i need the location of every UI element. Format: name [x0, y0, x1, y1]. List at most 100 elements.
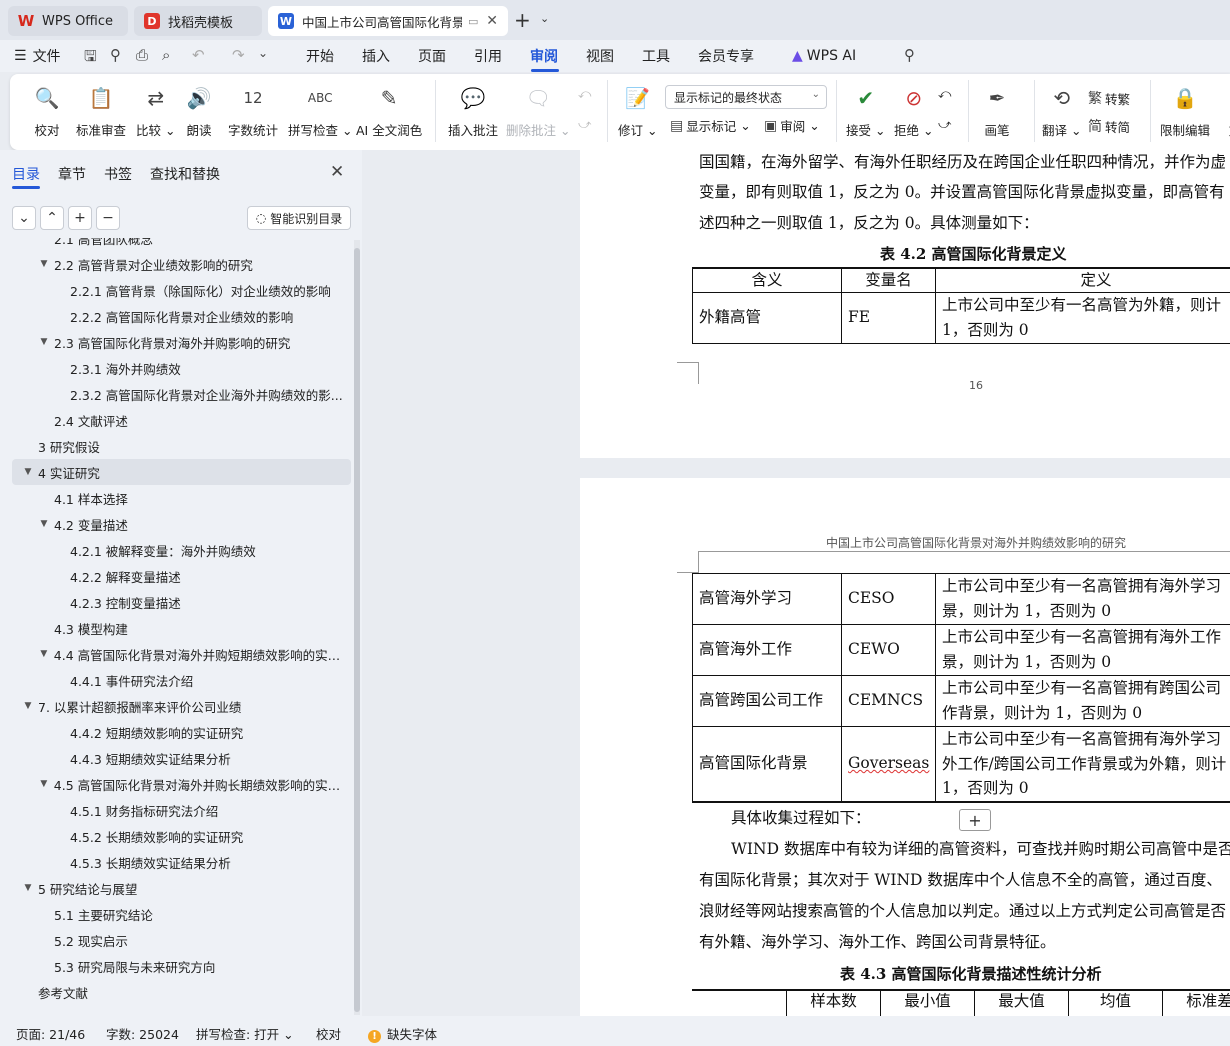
- translate-button[interactable]: ⟲ 翻译 ⌄: [1042, 80, 1081, 144]
- menu-home[interactable]: 开始: [306, 40, 334, 72]
- spell-check-status[interactable]: 拼写检查: 打开 ⌄: [196, 1024, 294, 1043]
- menu-member[interactable]: 会员专享: [698, 40, 754, 72]
- toc-item[interactable]: ▼ 2.3 高管国际化背景对海外并购影响的研究: [0, 329, 350, 355]
- toc-item[interactable]: 2.4 文献评述: [0, 407, 350, 433]
- markup-mode-select[interactable]: 显示标记的最终状态 ⌄: [665, 85, 827, 109]
- expand-triangle-icon[interactable]: ▼: [22, 467, 34, 477]
- expand-triangle-icon[interactable]: ▼: [22, 701, 34, 711]
- compare-button[interactable]: ⇄ 比较 ⌄: [136, 80, 175, 144]
- insert-comment-button[interactable]: 💬 插入批注: [448, 80, 498, 144]
- smart-toc-button[interactable]: ◌ 智能识别目录: [247, 206, 351, 230]
- tab-wps-office[interactable]: W WPS Office: [8, 6, 128, 36]
- undo-icon[interactable]: ↶: [192, 46, 205, 64]
- save-icon[interactable]: 🖫: [84, 46, 97, 71]
- to-traditional-button[interactable]: 繁 转繁: [1088, 88, 1130, 108]
- toc-item[interactable]: ▼ 4.4 高管国际化背景对海外并购短期绩效影响的实证 ...: [0, 641, 350, 667]
- toc-item[interactable]: 2.3.1 海外并购绩效: [0, 355, 350, 381]
- expand-triangle-icon[interactable]: ▼: [38, 519, 50, 529]
- file-menu[interactable]: ☰ 文件: [14, 40, 61, 72]
- pen-button[interactable]: ✒ 画笔: [984, 80, 1010, 144]
- tab-bookmarks[interactable]: 书签: [104, 164, 132, 184]
- toc-item[interactable]: 5.1 主要研究结论: [0, 901, 350, 927]
- menu-review[interactable]: 审阅: [530, 40, 558, 72]
- toc-item[interactable]: 3 研究假设: [0, 433, 350, 459]
- tab-toc[interactable]: 目录: [12, 164, 40, 184]
- expand-down-button[interactable]: ⌄: [12, 206, 36, 230]
- toc-item[interactable]: ▼ 4.2 变量描述: [0, 511, 350, 537]
- link-icon[interactable]: ⚲: [110, 46, 121, 64]
- toc-item[interactable]: ▼ 7. 以累计超额报酬率来评价公司业绩: [0, 693, 350, 719]
- prev-comment-icon[interactable]: ⤺: [578, 86, 591, 102]
- search-icon[interactable]: ⚲: [904, 46, 915, 64]
- toc-item[interactable]: ▼ 4.5 高管国际化背景对海外并购长期绩效影响的实证 ...: [0, 771, 350, 797]
- restrict-edit-button[interactable]: 🔒 限制编辑: [1160, 80, 1210, 144]
- toc-item[interactable]: 2.1 高管团队概念: [0, 238, 350, 251]
- tab-chapters[interactable]: 章节: [58, 164, 86, 184]
- collapse-up-button[interactable]: ⌃: [40, 206, 64, 230]
- menu-reference[interactable]: 引用: [474, 40, 502, 72]
- toc-item[interactable]: 4.5.1 财务指标研究法介绍: [0, 797, 350, 823]
- expand-triangle-icon[interactable]: ▼: [38, 649, 50, 659]
- next-comment-icon[interactable]: ⤻: [578, 116, 591, 132]
- toc-item[interactable]: 5.2 现实启示: [0, 927, 350, 953]
- revise-button[interactable]: 📝 修订 ⌄: [618, 80, 657, 144]
- tab-template[interactable]: D 找稻壳模板: [134, 6, 262, 36]
- to-simplified-button[interactable]: 简 转简: [1088, 116, 1130, 136]
- redo-icon[interactable]: ↷: [232, 46, 245, 64]
- standard-review-button[interactable]: 📋 标准审查: [76, 80, 126, 144]
- word-count-button[interactable]: 12 字数统计: [228, 80, 278, 144]
- menu-wps-ai[interactable]: ▲ WPS AI: [792, 40, 856, 72]
- toc-item[interactable]: 2.2.2 高管国际化背景对企业绩效的影响: [0, 303, 350, 329]
- proofread-status[interactable]: 校对: [316, 1024, 341, 1043]
- toc-item[interactable]: 4.4.3 短期绩效实证结果分析: [0, 745, 350, 771]
- print-preview-icon[interactable]: ⌕: [162, 46, 170, 64]
- toc-item[interactable]: ▼ 5 研究结论与展望: [0, 875, 350, 901]
- toc-item[interactable]: 4.3 模型构建: [0, 615, 350, 641]
- menu-view[interactable]: 视图: [586, 40, 614, 72]
- remove-heading-button[interactable]: −: [96, 206, 120, 230]
- prev-change-icon[interactable]: ⤺: [938, 86, 951, 102]
- spell-check-button[interactable]: ABC 拼写检查 ⌄: [288, 80, 352, 144]
- toc-item[interactable]: ▼ 4 实证研究: [12, 459, 351, 485]
- menu-page[interactable]: 页面: [418, 40, 446, 72]
- proofread-button[interactable]: 🔍 校对: [34, 80, 60, 144]
- toc-item[interactable]: 4.2.2 解释变量描述: [0, 563, 350, 589]
- page-indicator[interactable]: 页面: 21/46: [16, 1024, 85, 1043]
- toc-scrollbar-thumb[interactable]: [354, 248, 360, 1012]
- expand-triangle-icon[interactable]: ▼: [38, 779, 50, 789]
- next-change-icon[interactable]: ⤻: [938, 116, 951, 132]
- more-chevron-icon[interactable]: ⌄: [258, 46, 268, 60]
- menu-insert[interactable]: 插入: [362, 40, 390, 72]
- toc-item[interactable]: 4.5.2 长期绩效影响的实证研究: [0, 823, 350, 849]
- toc-item[interactable]: 4.2.1 被解释变量：海外并购绩效: [0, 537, 350, 563]
- toc-item[interactable]: 4.2.3 控制变量描述: [0, 589, 350, 615]
- toc-item[interactable]: 参考文献: [0, 979, 350, 1005]
- expand-triangle-icon[interactable]: ▼: [38, 337, 50, 347]
- delete-comment-button[interactable]: 🗨 删除批注 ⌄: [506, 80, 570, 144]
- print-icon[interactable]: ⎙: [136, 46, 148, 64]
- toc-item[interactable]: 4.1 样本选择: [0, 485, 350, 511]
- word-count-status[interactable]: 字数: 25024: [106, 1024, 179, 1043]
- ai-polish-button[interactable]: ✎ AI 全文润色: [356, 80, 422, 144]
- tab-document[interactable]: W 中国上市公司高管国际化背景 ▭ ✕: [268, 6, 508, 36]
- chevron-down-icon[interactable]: ⌄: [540, 12, 549, 25]
- toc-item[interactable]: 4.5.3 长期绩效实证结果分析: [0, 849, 350, 875]
- document-cut-button[interactable]: ▯ 文: [1222, 80, 1230, 144]
- tab-find-replace[interactable]: 查找和替换: [150, 164, 220, 184]
- accept-button[interactable]: ✔ 接受 ⌄: [846, 80, 885, 144]
- add-heading-button[interactable]: +: [68, 206, 92, 230]
- toc-item[interactable]: 5.3 研究局限与未来研究方向: [0, 953, 350, 979]
- toc-item[interactable]: 4.4.2 短期绩效影响的实证研究: [0, 719, 350, 745]
- missing-font-status[interactable]: ! 缺失字体: [368, 1024, 437, 1043]
- review-pane-button[interactable]: ▣ 审阅 ⌄: [764, 116, 820, 135]
- show-markup-button[interactable]: ▤ 显示标记 ⌄: [670, 116, 751, 135]
- add-row-button[interactable]: +: [959, 809, 991, 831]
- toc-item[interactable]: 2.2.1 高管背景（除国际化）对企业绩效的影响: [0, 277, 350, 303]
- monitor-icon[interactable]: ▭: [468, 15, 478, 28]
- expand-triangle-icon[interactable]: ▼: [38, 259, 50, 269]
- toc-item[interactable]: 2.3.2 高管国际化背景对企业海外并购绩效的影...: [0, 381, 350, 407]
- close-tab-icon[interactable]: ✕: [486, 13, 498, 29]
- toc-item[interactable]: ▼ 2.2 高管背景对企业绩效影响的研究: [0, 251, 350, 277]
- expand-triangle-icon[interactable]: ▼: [22, 883, 34, 893]
- close-panel-icon[interactable]: ✕: [330, 162, 344, 182]
